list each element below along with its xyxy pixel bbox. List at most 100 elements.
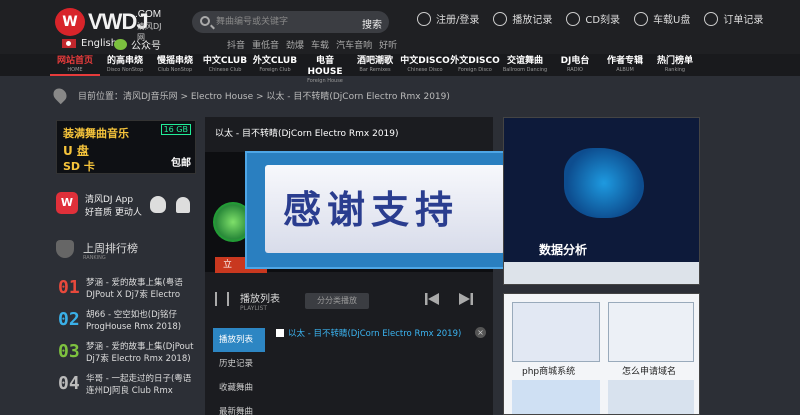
domain-caption[interactable]: 怎么申请域名 [622,364,676,377]
ad-line-2: U 盘 [63,144,89,158]
nav-label: 酒吧潮歌 [356,56,393,66]
location-pin-icon [50,85,70,105]
breadcrumb-text[interactable]: 目前位置：清风DJ音乐网 > Electro House > 以太 - 目不转睛… [78,89,450,102]
nav-label: 的高串烧 [106,56,143,66]
tab-latest[interactable]: 最新舞曲 [213,400,265,415]
close-icon[interactable]: × [475,327,486,338]
hotword[interactable]: 劲爆 [286,38,304,51]
nav-item-7[interactable]: 中文DISCO Chinese Disco [400,54,450,76]
language-switch[interactable]: English [62,38,117,49]
site-logo[interactable]: W VWDJ .COM 清风DJ网 [55,8,165,42]
ranking-subtitle: RANKING [83,255,106,261]
data-analysis-ad[interactable]: 数据分析 [503,117,700,285]
nav-item-5[interactable]: 电音HOUSE Foreign House [300,54,350,84]
search-input[interactable] [216,14,346,30]
thumbnail-strip [504,262,699,284]
orders-link[interactable]: 订单记录 [704,11,763,26]
screenshot-thumbnail [608,380,694,414]
main-nav: 网站首页 HOME 的高串烧 Disco NonStop 慢摇串烧 Club NonSto… [0,54,800,84]
hotword[interactable]: 汽车音响 [336,38,372,51]
software-ad[interactable]: php商城系统 怎么申请域名 [503,293,700,415]
cd-burn-label: CD刻录 [585,15,621,26]
wechat-icon [114,39,127,50]
previous-icon[interactable] [425,292,439,306]
app-logo-icon[interactable]: W [56,192,78,214]
nav-item-0[interactable]: 网站首页 HOME [50,54,100,76]
hotword[interactable]: 重低音 [252,38,279,51]
usb-label: 车载U盘 [653,15,691,26]
search-button[interactable]: 搜索 [362,16,382,31]
list-item[interactable]: 02 胡66 - 空空如也(Dj铭仔 ProgHouse Rmx 2018) [56,308,198,340]
php-mall-caption[interactable]: php商城系统 [522,364,575,377]
nav-item-8[interactable]: 外文DISCO Foreign Disco [450,54,500,76]
user-links: 注册/登录 播放记录 CD刻录 车载U盘 订单记录 [417,11,763,26]
usb-link[interactable]: 车载U盘 [634,11,690,26]
playlist-title: 播放列表 [240,294,280,305]
tab-favorites[interactable]: 收藏舞曲 [213,376,265,400]
map-graphic [564,148,644,218]
nav-item-2[interactable]: 慢摇串烧 Club NonStop [150,54,200,76]
nav-sublabel: Chinese Disco [407,67,443,73]
breadcrumb: 目前位置：清风DJ音乐网 > Electro House > 以太 - 目不转睛… [50,85,450,105]
nav-sublabel: Bar Remixes [359,67,391,73]
screenshot-thumbnail [512,380,600,414]
language-label: English [81,38,118,49]
hotword[interactable]: 好听 [379,38,397,51]
wechat-label: 公众号 [131,41,161,52]
tab-playlist[interactable]: 播放列表 [213,328,265,352]
login-label: 注册/登录 [436,15,480,26]
equalizer-icon [215,292,229,306]
play-history-link[interactable]: 播放记录 [493,11,552,26]
list-item[interactable]: 03 梦涵 - 爱的故事上集(DjPout Dj7索 Electro Rmx 20… [56,340,198,372]
nav-label: 外文DISCO [450,56,500,66]
screenshot-thumbnail [512,302,600,362]
nav-item-9[interactable]: 交谊舞曲 Ballroom Dancing [500,54,550,76]
nav-sublabel: Club NonStop [157,67,193,73]
login-link[interactable]: 注册/登录 [417,11,479,26]
overlay-card: 感谢支持 [265,165,505,253]
screenshot-thumbnail [608,302,694,362]
nav-item-12[interactable]: 热门榜单 Ranking [650,54,700,76]
nav-label: 网站首页 [56,56,93,66]
ranking-title: 上周排行榜 [83,242,138,255]
shuffle-play-button[interactable]: 分分类播放 [305,293,369,309]
rank-number: 02 [58,309,80,330]
usb-icon [634,11,649,26]
data-analysis-label: 数据分析 [539,243,588,257]
nav-item-11[interactable]: 作者专辑 ALBUM [600,54,650,76]
nav-label: 外文CLUB [252,56,298,66]
nav-item-3[interactable]: 中文CLUB Chinese Club [200,54,250,76]
tab-history[interactable]: 历史记录 [213,352,265,376]
nav-label: 交谊舞曲 [506,56,543,66]
logo-mark: W [55,8,85,36]
cart-icon [704,11,719,26]
nav-item-6[interactable]: 酒吧潮歌 Bar Remixes [350,54,400,76]
track-checkbox[interactable] [276,329,284,337]
nav-label: 热门榜单 [656,56,693,66]
hot-keywords: 抖音 重低音 劲爆 车载 汽车音响 好听 [227,38,397,51]
cd-burn-link[interactable]: CD刻录 [566,11,620,26]
next-icon[interactable] [459,292,473,306]
top-header: W VWDJ .COM 清风DJ网 English 公众号 搜索 抖音 重低音 … [0,0,800,54]
app-tagline: 好音质 更动人 [85,208,142,218]
play-history-label: 播放记录 [512,15,553,26]
wechat-link[interactable]: 公众号 [114,37,161,52]
list-item[interactable]: 01 梦涵 - 爱的故事上集(粤语DJPout X Dj7索 Electro [56,276,198,308]
nav-sublabel: Disco NonStop [106,67,144,73]
nav-item-1[interactable]: 的高串烧 Disco NonStop [100,54,150,76]
usb-ad-banner[interactable]: 装满舞曲音乐 U 盘 SD 卡 16 GB 包邮 [56,120,196,174]
ad-free-shipping: 包邮 [171,158,191,169]
logo-com: .COM [135,9,162,20]
nav-item-4[interactable]: 外文CLUB Foreign Club [250,54,300,76]
nav-sublabel: RADIO [567,67,583,73]
nav-sublabel: Foreign House [307,78,343,84]
android-icon[interactable] [176,197,190,213]
rank-title: 胡66 - 空空如也(Dj铭仔 ProgHouse Rmx 2018) [86,310,182,332]
nav-item-10[interactable]: DJ电台 RADIO [550,54,600,76]
hotword[interactable]: 车载 [311,38,329,51]
hotword[interactable]: 抖音 [227,38,245,51]
nav-sublabel: Ballroom Dancing [502,67,548,73]
playlist-track[interactable]: 以太 - 目不转睛(DjCorn Electro Rmx 2019) × [276,325,486,341]
apple-icon[interactable] [150,196,166,213]
list-item[interactable]: 04 华哥 - 一起走过的日子(粤语 连州DJ阿良 Club Rmx [56,372,198,404]
